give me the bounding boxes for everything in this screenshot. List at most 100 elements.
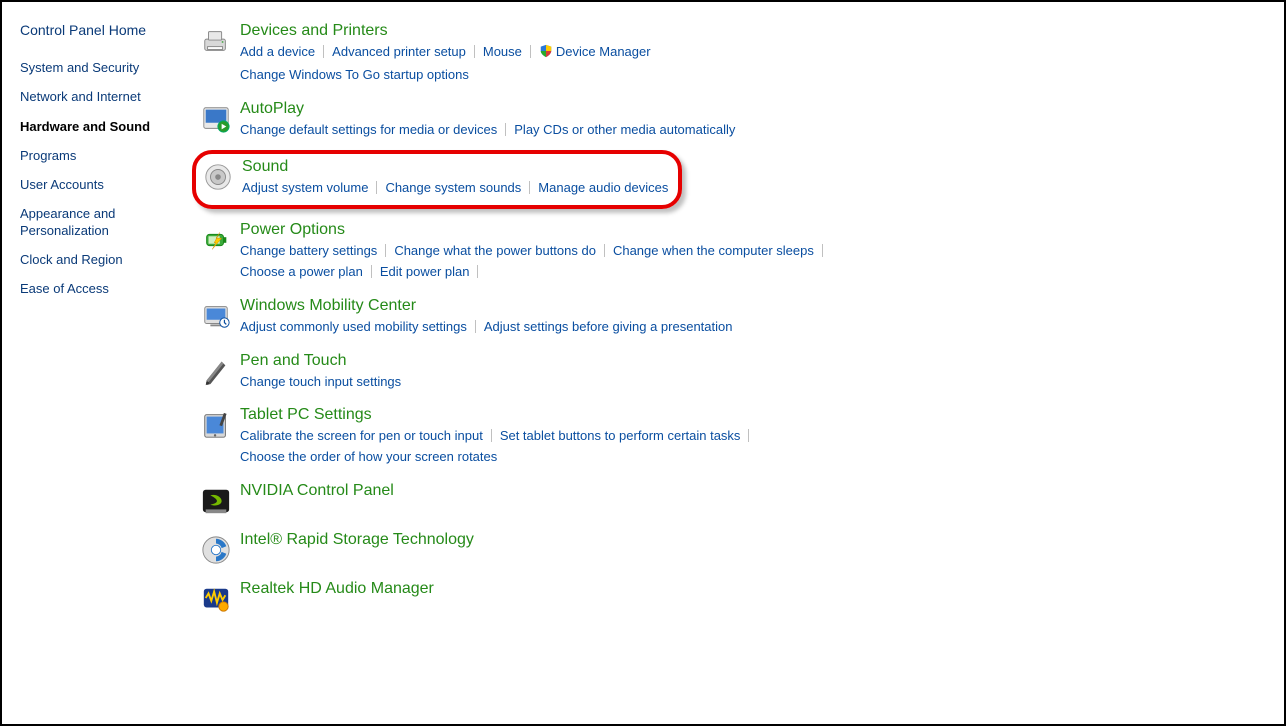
sidebar-home-link[interactable]: Control Panel Home (20, 22, 182, 38)
task-link[interactable]: Manage audio devices (538, 178, 668, 199)
task-link[interactable]: Device Manager (539, 42, 651, 65)
category: Windows Mobility Center Adjust commonly u… (200, 297, 1274, 338)
category-title[interactable]: AutoPlay (240, 100, 304, 118)
separator (477, 265, 478, 278)
category-title[interactable]: Tablet PC Settings (240, 406, 372, 424)
task-link[interactable]: Set tablet buttons to perform certain ta… (500, 426, 741, 447)
task-link[interactable]: Play CDs or other media automatically (514, 120, 735, 141)
task-link[interactable]: Change default settings for media or dev… (240, 120, 497, 141)
separator (385, 244, 386, 257)
mobility-icon (200, 300, 232, 332)
separator (530, 45, 531, 58)
separator (376, 181, 377, 194)
separator (371, 265, 372, 278)
separator (474, 45, 475, 58)
sidebar-item[interactable]: Appearance and Personalization (20, 206, 182, 239)
category-body: Tablet PC Settings Calibrate the screen f… (240, 406, 1274, 468)
sidebar-item[interactable]: Ease of Access (20, 281, 182, 297)
sound-icon (202, 161, 234, 193)
task-link[interactable]: Calibrate the screen for pen or touch in… (240, 426, 483, 447)
pen-icon (200, 355, 232, 387)
separator (323, 45, 324, 58)
separator (604, 244, 605, 257)
category-title[interactable]: NVIDIA Control Panel (240, 482, 394, 500)
task-link[interactable]: Adjust commonly used mobility settings (240, 317, 467, 338)
task-link[interactable]: Change touch input settings (240, 372, 401, 393)
task-row: Change battery settings Change what the p… (240, 241, 1274, 262)
highlight-annotation: Sound Adjust system volume Change system s… (192, 150, 682, 209)
category-title[interactable]: Pen and Touch (240, 352, 346, 370)
sidebar-item[interactable]: Network and Internet (20, 89, 182, 105)
category: Realtek HD Audio Manager (200, 580, 1274, 615)
content-area: Devices and Printers Add a device Advanced… (190, 12, 1284, 724)
control-panel-window: Control Panel Home System and Security Ne… (0, 0, 1286, 726)
sidebar-item[interactable]: System and Security (20, 60, 182, 76)
sidebar-item[interactable]: Clock and Region (20, 252, 182, 268)
task-link[interactable]: Choose a power plan (240, 262, 363, 283)
nvidia-icon (200, 485, 232, 517)
task-link[interactable]: Adjust settings before giving a presenta… (484, 317, 733, 338)
sidebar-item[interactable]: User Accounts (20, 177, 182, 193)
autoplay-icon (200, 103, 232, 135)
category: Power OptionsChange battery settingsChan… (200, 221, 1274, 283)
devices-printers-icon (200, 25, 232, 57)
tablet-icon (200, 409, 232, 441)
category-title[interactable]: Realtek HD Audio Manager (240, 580, 434, 598)
task-link[interactable]: Change battery settings (240, 241, 377, 262)
power-icon (200, 224, 232, 256)
task-link[interactable]: Mouse (483, 42, 522, 63)
separator (475, 320, 476, 333)
task-link[interactable]: Change what the power buttons do (394, 241, 596, 262)
separator (822, 244, 823, 257)
task-row: Change touch input settings (240, 372, 1274, 393)
task-link[interactable]: Change system sounds (385, 178, 521, 199)
realtek-icon (200, 583, 232, 615)
category-title[interactable]: Sound (242, 158, 288, 176)
separator (529, 181, 530, 194)
task-row: Add a device Advanced printer setup Mouse D… (240, 42, 1274, 65)
category: Sound Adjust system volume Change system s… (202, 158, 668, 199)
category-body: Power OptionsChange battery settingsChan… (240, 221, 1274, 283)
sidebar-item[interactable]: Programs (20, 148, 182, 164)
task-link[interactable]: Edit power plan (380, 262, 470, 283)
task-row: Change Windows To Go startup options (240, 65, 1274, 86)
category: Devices and Printers Add a device Advanced… (200, 22, 1274, 86)
task-row: Choose a power plan Edit power plan (240, 262, 1274, 283)
category: NVIDIA Control Panel (200, 482, 1274, 517)
category-title[interactable]: Power Options (240, 221, 345, 239)
sidebar-item[interactable]: Hardware and Sound (20, 119, 182, 135)
category-body: Windows Mobility Center Adjust commonly u… (240, 297, 1274, 338)
task-row: Calibrate the screen for pen or touch in… (240, 426, 1274, 447)
separator (505, 123, 506, 136)
category-title[interactable]: Windows Mobility Center (240, 297, 416, 315)
task-row: Change default settings for media or dev… (240, 120, 1274, 141)
task-link[interactable]: Advanced printer setup (332, 42, 466, 63)
category: AutoPlay Change default settings for medi… (200, 100, 1274, 141)
task-link[interactable]: Adjust system volume (242, 178, 368, 199)
task-link[interactable]: Choose the order of how your screen rota… (240, 447, 497, 468)
task-link[interactable]: Change when the computer sleeps (613, 241, 814, 262)
category-body: Devices and Printers Add a device Advanced… (240, 22, 1274, 86)
category-title[interactable]: Intel® Rapid Storage Technology (240, 531, 474, 549)
task-row: Choose the order of how your screen rota… (240, 447, 1274, 468)
task-row: Adjust commonly used mobility settings Ad… (240, 317, 1274, 338)
category: Intel® Rapid Storage Technology (200, 531, 1274, 566)
shield-icon (539, 44, 553, 65)
category-body: AutoPlay Change default settings for medi… (240, 100, 1274, 141)
category-body: Realtek HD Audio Manager (240, 580, 1274, 615)
task-link[interactable]: Change Windows To Go startup options (240, 65, 469, 86)
category: Tablet PC Settings Calibrate the screen f… (200, 406, 1274, 468)
separator (491, 429, 492, 442)
task-row: Adjust system volume Change system sounds… (242, 178, 668, 199)
sidebar: Control Panel Home System and Security Ne… (2, 12, 190, 724)
intel-rst-icon (200, 534, 232, 566)
category-body: Pen and Touch Change touch input settings (240, 352, 1274, 393)
sidebar-items: System and Security Network and Internet H… (20, 60, 182, 297)
category: Pen and Touch Change touch input settings (200, 352, 1274, 393)
category-body: NVIDIA Control Panel (240, 482, 1274, 517)
category-title[interactable]: Devices and Printers (240, 22, 388, 40)
category-body: Sound Adjust system volume Change system s… (242, 158, 668, 199)
separator (748, 429, 749, 442)
task-link[interactable]: Add a device (240, 42, 315, 63)
category-body: Intel® Rapid Storage Technology (240, 531, 1274, 566)
